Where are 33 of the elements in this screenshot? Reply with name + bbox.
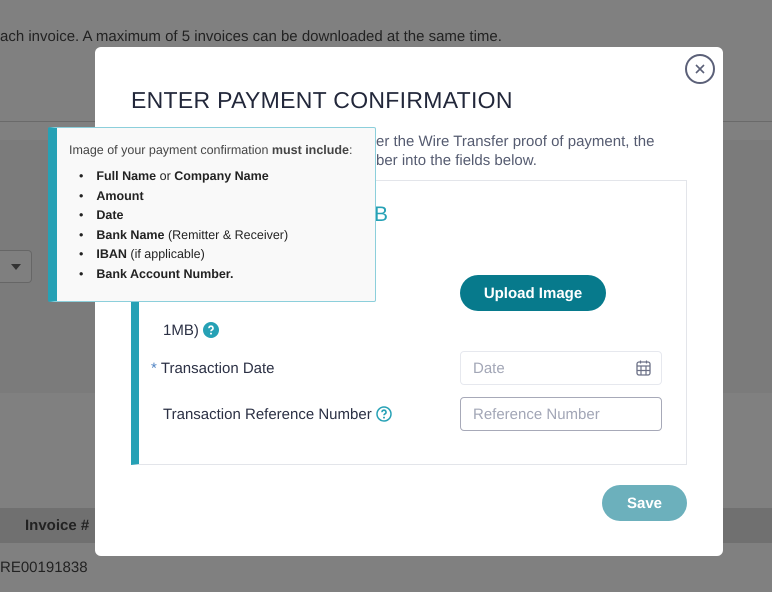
reference-field[interactable]: Reference Number <box>460 397 662 431</box>
bullet: • <box>79 226 84 244</box>
requirement-item: Bank Name (Remitter & Receiver) <box>96 226 288 244</box>
bullet: • <box>79 207 84 224</box>
bullet: • <box>79 168 84 185</box>
field-label: Transaction Date <box>160 360 275 376</box>
close-button[interactable] <box>685 54 715 84</box>
upload-button[interactable]: Upload Image <box>460 275 606 311</box>
field-label: Transaction Reference Number <box>163 406 372 422</box>
dialog-title: ENTER PAYMENT CONFIRMATION <box>131 87 514 114</box>
field-label: 1MB) <box>163 322 199 338</box>
calendar-icon <box>636 360 651 376</box>
required-mark: * <box>151 360 157 376</box>
dropdown[interactable] <box>0 250 32 283</box>
notice-text: ach invoice. A maximum of 5 invoices can be downloaded at the same time. <box>0 28 502 45</box>
bullet: • <box>79 266 84 282</box>
requirement-item: Full Name or Company Name <box>96 168 269 185</box>
close-icon <box>695 64 705 74</box>
requirement-item: Date <box>96 207 124 224</box>
bullet: • <box>79 188 84 204</box>
column-header: Invoice # <box>25 517 90 534</box>
caret-icon <box>10 264 20 270</box>
requirement-item: Amount <box>96 188 144 204</box>
table-cell: RE00191838 <box>0 558 88 576</box>
date-field[interactable]: Date <box>460 351 662 385</box>
tooltip-text: Image of your payment confirmation must include: <box>69 143 354 157</box>
help-icon[interactable] <box>376 406 392 422</box>
bullet: • <box>79 246 84 263</box>
requirement-item: Bank Account Number. <box>96 266 234 282</box>
description-text: ber into the fields below. <box>376 151 538 170</box>
description-text: er the Wire Transfer proof of payment, the <box>376 132 656 151</box>
help-icon[interactable] <box>202 322 219 338</box>
requirement-item: IBAN (if applicable) <box>96 246 205 263</box>
